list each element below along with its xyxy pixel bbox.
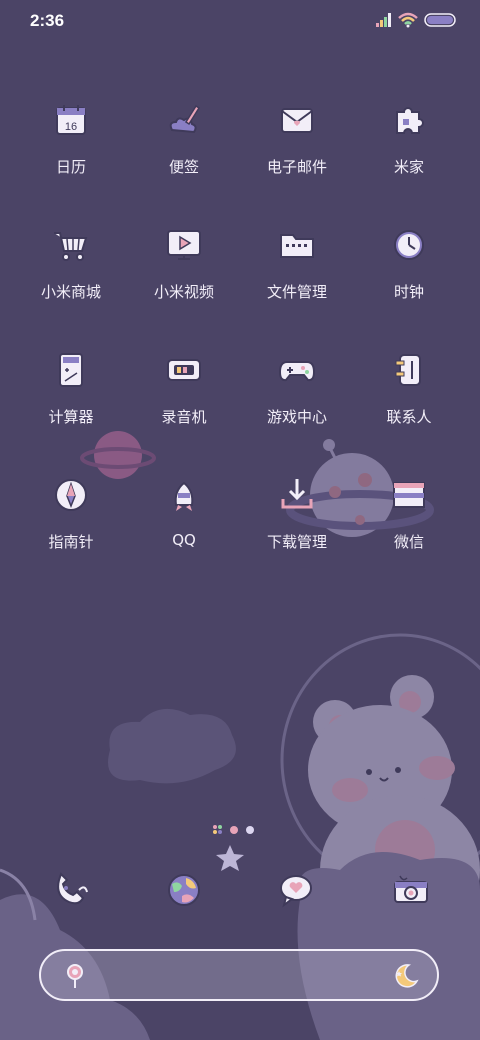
messages-icon[interactable] (276, 870, 316, 910)
shopping-cart-icon (54, 232, 88, 261)
app-label: 时钟 (393, 283, 424, 301)
app-mijia[interactable]: 米家 (354, 100, 464, 177)
qq-icon (174, 481, 194, 511)
video-icon (167, 230, 201, 260)
browser-icon[interactable] (164, 870, 204, 910)
gamepad-icon (278, 361, 316, 382)
app-qq[interactable]: QQ (129, 475, 239, 549)
app-label: 游戏中心 (266, 408, 327, 426)
app-label: 电子邮件 (266, 158, 327, 176)
calculator-icon (59, 353, 83, 387)
app-wechat[interactable]: 微信 (354, 475, 464, 552)
app-calculator[interactable]: 计算器 (16, 350, 126, 427)
phone-icon[interactable] (51, 870, 91, 910)
signal-icon (376, 13, 391, 27)
svg-text:16: 16 (65, 121, 77, 133)
camera-icon[interactable] (391, 870, 431, 910)
app-notes[interactable]: 便签 (129, 100, 239, 177)
app-label: 指南针 (48, 533, 94, 551)
lollipop-icon (67, 964, 83, 988)
planet-decoration (80, 431, 156, 479)
app-game-center[interactable]: 游戏中心 (242, 350, 352, 427)
wechat-icon (393, 482, 425, 508)
app-label: 录音机 (161, 408, 207, 426)
app-file-manager[interactable]: 文件管理 (242, 225, 352, 302)
app-contacts[interactable]: 联系人 (354, 350, 464, 427)
app-label: 米家 (393, 158, 424, 176)
app-label: 小米商城 (40, 283, 101, 301)
notes-icon (169, 104, 201, 134)
app-label: 计算器 (48, 408, 94, 426)
app-email[interactable]: 电子邮件 (242, 100, 352, 177)
puzzle-icon (396, 107, 424, 134)
compass-icon (55, 479, 87, 511)
app-calendar[interactable]: 16 日历 (16, 100, 126, 177)
email-icon (281, 108, 313, 133)
contacts-icon (395, 354, 421, 386)
folder-icon (280, 234, 314, 258)
app-label: 便签 (168, 158, 199, 176)
status-bar: 2:36 (0, 0, 480, 40)
app-label: 下载管理 (266, 533, 327, 551)
app-mi-store[interactable]: 小米商城 (16, 225, 126, 302)
page-indicator[interactable] (0, 822, 480, 841)
app-clock[interactable]: 时钟 (354, 225, 464, 302)
app-label: 文件管理 (266, 283, 327, 301)
app-recorder[interactable]: 录音机 (129, 350, 239, 427)
recorder-icon (167, 359, 201, 381)
clock-icon (394, 230, 424, 260)
download-icon (281, 479, 313, 509)
app-label: 微信 (393, 533, 424, 551)
battery-icon (424, 13, 456, 27)
status-icons (376, 12, 458, 28)
app-label: 日历 (55, 158, 86, 176)
app-downloads[interactable]: 下载管理 (242, 475, 352, 552)
search-bar[interactable] (39, 949, 439, 1001)
app-label: 小米视频 (153, 283, 214, 301)
status-time: 2:36 (30, 11, 65, 30)
app-label: 联系人 (386, 408, 432, 426)
app-compass[interactable]: 指南针 (16, 475, 126, 552)
wifi-icon (398, 12, 418, 28)
app-label: QQ (172, 531, 196, 549)
moon-icon (395, 964, 419, 988)
calendar-icon: 16 (56, 105, 86, 135)
dock (0, 866, 480, 916)
app-mi-video[interactable]: 小米视频 (129, 225, 239, 302)
